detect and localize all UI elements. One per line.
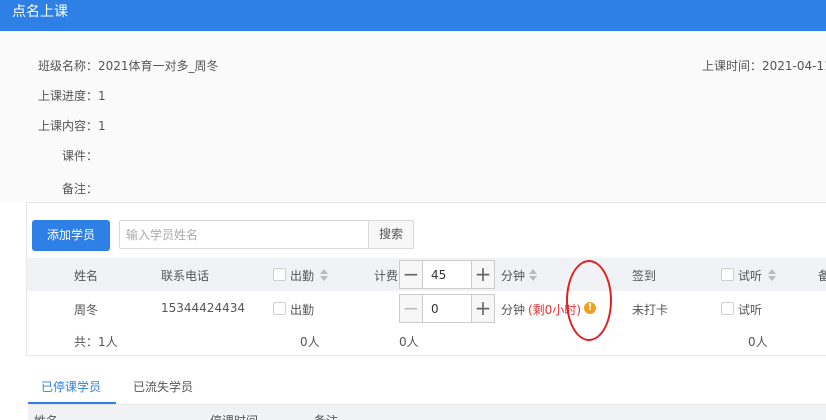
bottom-header-stop-time: 停课时间 [210, 412, 258, 420]
row-signin-status: 未打卡 [632, 303, 669, 317]
sort-icon[interactable] [529, 269, 537, 281]
row-student-name: 周冬 [74, 303, 99, 317]
row-trial-label: 试听 [738, 303, 763, 317]
footer-trial-count: 0人 [748, 335, 768, 349]
search-button[interactable]: 搜索 [368, 220, 414, 249]
bottom-header-name: 姓名 [34, 412, 58, 420]
bottom-header-remark: 备注 [314, 412, 338, 420]
row-attend-label: 出勤 [290, 303, 315, 317]
row-billing-decrement-button[interactable]: − [399, 294, 423, 323]
row-billing-value[interactable]: 0 [423, 294, 471, 323]
header-unit: 分钟 [501, 269, 526, 283]
student-search-input[interactable] [119, 220, 369, 249]
billing-increment-button[interactable]: + [471, 260, 495, 289]
header-phone: 联系电话 [161, 269, 210, 283]
sort-icon[interactable] [768, 269, 776, 281]
footer-attend-count: 0人 [300, 335, 320, 349]
header-trial: 试听 [738, 269, 763, 283]
sort-icon[interactable] [320, 269, 328, 281]
page-title: 点名上课 [12, 4, 68, 20]
header-name: 姓名 [74, 269, 99, 283]
row-billing-increment-button[interactable]: + [471, 294, 495, 323]
class-progress: 上课进度：1 [38, 89, 106, 103]
courseware-label: 课件： [62, 149, 99, 163]
add-student-button[interactable]: 添加学员 [32, 220, 110, 251]
billing-all-value[interactable]: 45 [423, 260, 471, 289]
header-billing: 计费 [374, 269, 399, 283]
row-trial-checkbox[interactable] [721, 302, 734, 315]
class-time: 上课时间：2021-04-11 [702, 59, 826, 73]
footer-total: 共：1人 [74, 335, 118, 349]
remark-label: 备注： [62, 182, 99, 196]
header-attend: 出勤 [290, 269, 315, 283]
stopped-table-header [28, 405, 826, 420]
tab-stopped-students[interactable]: 已停课学员 [41, 378, 101, 395]
annotation-circle [566, 260, 612, 341]
tab-lost-students[interactable]: 已流失学员 [133, 378, 193, 395]
footer-billing-count: 0人 [399, 335, 419, 349]
class-content: 上课内容：1 [38, 119, 106, 133]
title-bar: 点名上课 [0, 0, 826, 31]
trial-all-checkbox[interactable] [721, 268, 734, 281]
row-attend-checkbox[interactable] [273, 302, 286, 315]
row-student-phone: 15344424434 [161, 301, 245, 315]
class-name: 班级名称：2021体育一对多_周冬 [38, 59, 219, 73]
header-signin: 签到 [632, 269, 657, 283]
attend-all-checkbox[interactable] [273, 268, 286, 281]
header-remark-cut: 备 [818, 269, 826, 283]
billing-decrement-button[interactable]: − [399, 260, 423, 289]
row-unit: 分钟 [501, 303, 526, 317]
